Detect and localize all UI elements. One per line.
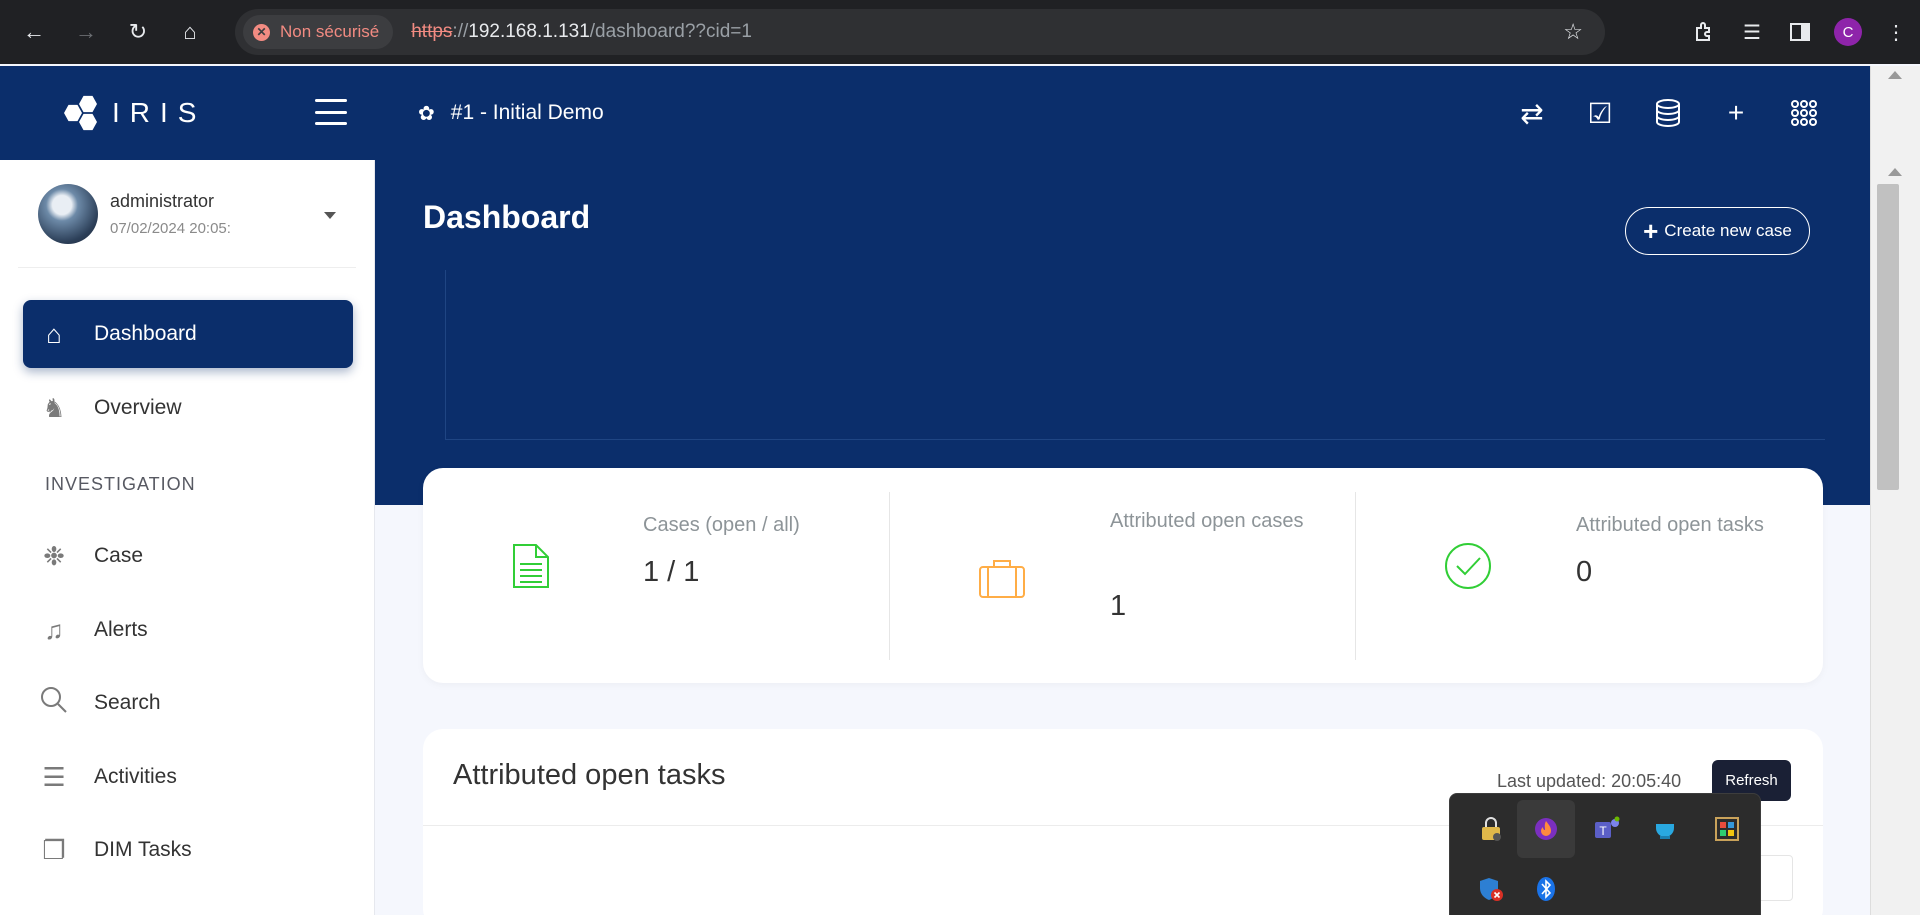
sidebar-item-dashboard[interactable]: ⌂ Dashboard bbox=[23, 300, 353, 368]
home-icon: ⌂ bbox=[46, 318, 62, 349]
address-bar[interactable]: ✕ Non sécurisé https://192.168.1.131/das… bbox=[235, 9, 1605, 55]
forward-icon[interactable]: → bbox=[68, 14, 104, 50]
stat-label: Attributed open tasks bbox=[1576, 514, 1764, 536]
hexagon-logo-icon bbox=[62, 93, 102, 133]
stat-open-cases: Attributed open cases 1 bbox=[889, 492, 1355, 660]
stats-card: Cases (open / all) 1 / 1 Attributed open… bbox=[423, 468, 1823, 683]
user-timestamp: 07/02/2024 20:05: bbox=[110, 219, 231, 237]
not-secure-icon: ✕ bbox=[253, 23, 270, 41]
sidebar-item-dim-tasks[interactable]: ❐ DIM Tasks bbox=[23, 816, 353, 884]
case-network-icon: ❉ bbox=[43, 540, 65, 571]
flame-app-icon[interactable] bbox=[1517, 800, 1575, 858]
user-name: administrator bbox=[110, 190, 215, 211]
sidebar-item-label: Overview bbox=[94, 396, 182, 419]
svg-text:T: T bbox=[1599, 824, 1607, 838]
case-title-label: #1 - Initial Demo bbox=[450, 101, 604, 124]
search-icon bbox=[36, 686, 72, 721]
overview-icon: ♞ bbox=[42, 392, 66, 423]
sidebar-item-activities[interactable]: ☰ Activities bbox=[23, 743, 353, 811]
stat-open-tasks: Attributed open tasks 0 bbox=[1355, 492, 1821, 660]
sidebar-item-overview[interactable]: ♞ Overview bbox=[23, 374, 353, 442]
url-separator: :// bbox=[452, 21, 469, 42]
media-control-icon[interactable]: ☰ bbox=[1728, 12, 1776, 52]
page-scrollbar[interactable] bbox=[1870, 66, 1920, 915]
leaf-icon: ✿ bbox=[418, 102, 435, 125]
color-palette-icon[interactable] bbox=[1698, 800, 1756, 858]
sidebar-item-case[interactable]: ❉ Case bbox=[23, 522, 353, 590]
document-icon bbox=[511, 542, 551, 603]
scrollbar-thumb[interactable] bbox=[1877, 184, 1899, 490]
url-scheme: https bbox=[411, 21, 453, 42]
profile-avatar: C bbox=[1834, 18, 1862, 46]
activities-list-icon: ☰ bbox=[42, 761, 66, 792]
system-tray-popup: T bbox=[1449, 793, 1761, 915]
back-icon[interactable]: ← bbox=[16, 14, 52, 50]
stat-value: 0 bbox=[1576, 556, 1593, 588]
plus-icon: + bbox=[1643, 215, 1659, 246]
sidebar-item-label: Alerts bbox=[94, 618, 148, 641]
side-panel-icon[interactable] bbox=[1776, 12, 1824, 52]
sidebar-item-search[interactable]: Search bbox=[23, 669, 353, 737]
scroll-up-inner-icon[interactable] bbox=[1888, 168, 1902, 176]
brand-name: IRIS bbox=[112, 97, 207, 128]
bookmark-star-icon[interactable]: ☆ bbox=[1563, 19, 1583, 45]
section-investigation: INVESTIGATION bbox=[45, 474, 196, 494]
sidebar: administrator 07/02/2024 20:05: ⌂ Dashbo… bbox=[0, 160, 375, 915]
scroll-up-icon[interactable] bbox=[1888, 71, 1902, 79]
tasks-checkbox-icon[interactable]: ☑ bbox=[1566, 91, 1634, 135]
url-text[interactable]: https://192.168.1.131/dashboard??cid=1 bbox=[411, 21, 752, 43]
check-circle-icon bbox=[1444, 542, 1492, 603]
security-chip[interactable]: ✕ Non sécurisé bbox=[243, 15, 394, 49]
teams-icon[interactable]: T bbox=[1578, 800, 1636, 858]
tasks-title: Attributed open tasks bbox=[453, 759, 726, 791]
sidebar-item-label: Search bbox=[94, 691, 161, 714]
browser-toolbar: ← → ↻ ⌂ ✕ Non sécurisé https://192.168.1… bbox=[0, 0, 1920, 64]
profile-button[interactable]: C bbox=[1824, 12, 1872, 52]
briefcase-icon bbox=[978, 552, 1026, 612]
url-host: 192.168.1.131 bbox=[468, 21, 590, 42]
stat-cases: Cases (open / all) 1 / 1 bbox=[423, 492, 889, 660]
browser-menu-icon[interactable]: ⋮ bbox=[1872, 12, 1920, 52]
current-case[interactable]: ✿ #1 - Initial Demo bbox=[418, 101, 604, 126]
sidebar-item-label: Dashboard bbox=[94, 322, 197, 345]
caret-down-icon[interactable] bbox=[324, 212, 336, 219]
page-title: Dashboard bbox=[423, 199, 591, 235]
iris-logo[interactable]: IRIS bbox=[62, 93, 206, 133]
bluetooth-icon[interactable] bbox=[1517, 860, 1575, 915]
sync-icon[interactable]: ⇄ bbox=[1498, 91, 1566, 135]
top-navbar: ✿ #1 - Initial Demo ⇄ ☑ + bbox=[375, 66, 1870, 160]
sidebar-item-label: DIM Tasks bbox=[94, 838, 192, 861]
stat-label: Attributed open cases bbox=[1110, 510, 1304, 532]
stat-value: 1 / 1 bbox=[643, 556, 700, 588]
sidebar-item-label: Case bbox=[94, 544, 144, 567]
logo-header: IRIS bbox=[0, 66, 375, 160]
home-button-icon[interactable]: ⌂ bbox=[172, 14, 208, 50]
hamburger-menu-icon[interactable] bbox=[315, 99, 347, 125]
security-shield-icon[interactable] bbox=[1462, 860, 1520, 915]
plus-icon[interactable]: + bbox=[1702, 91, 1770, 135]
avatar bbox=[38, 183, 98, 244]
extensions-icon[interactable] bbox=[1680, 12, 1728, 52]
sidebar-item-alerts[interactable]: ♫ Alerts bbox=[23, 596, 353, 664]
stat-label: Cases (open / all) bbox=[643, 514, 800, 536]
vpn-lock-icon[interactable] bbox=[1462, 800, 1520, 858]
last-updated: Last updated: 20:05:40 bbox=[1497, 771, 1682, 791]
create-case-button[interactable]: + Create new case bbox=[1625, 207, 1810, 255]
create-case-label: Create new case bbox=[1664, 221, 1792, 240]
dim-tasks-icon: ❐ bbox=[42, 834, 66, 865]
user-profile[interactable]: administrator 07/02/2024 20:05: bbox=[18, 160, 356, 268]
apps-grid-icon[interactable] bbox=[1770, 91, 1838, 135]
security-label: Non sécurisé bbox=[280, 22, 380, 41]
url-path: /dashboard??cid=1 bbox=[589, 21, 752, 42]
hero-panel bbox=[445, 270, 1825, 440]
database-icon[interactable] bbox=[1634, 91, 1702, 135]
sidebar-item-label: Activities bbox=[94, 765, 177, 788]
cup-app-icon[interactable] bbox=[1638, 800, 1696, 858]
stat-value: 1 bbox=[1110, 590, 1127, 622]
reload-icon[interactable]: ↻ bbox=[120, 14, 156, 50]
bell-icon: ♫ bbox=[44, 614, 64, 645]
